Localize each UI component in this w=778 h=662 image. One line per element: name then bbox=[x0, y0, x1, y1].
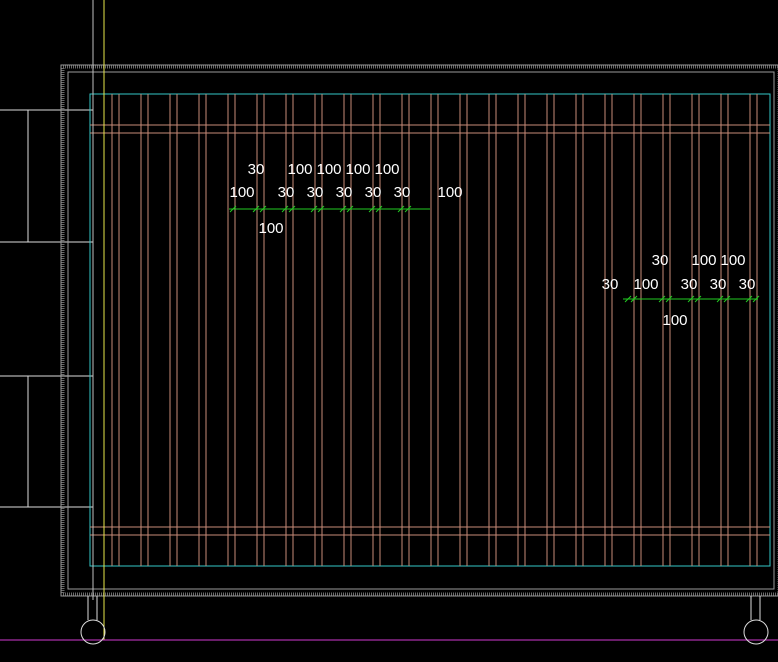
dim-text: 30 bbox=[365, 184, 382, 201]
dim-text: 100 bbox=[258, 220, 283, 237]
dim-text: 100 bbox=[229, 184, 254, 201]
dim-text: 100 bbox=[633, 276, 658, 293]
left-cabinet-outline bbox=[0, 109, 93, 508]
support-right bbox=[743, 596, 769, 645]
dim-text: 30 bbox=[248, 161, 265, 178]
keel-lines bbox=[90, 124, 770, 536]
dim-text: 30 bbox=[652, 252, 669, 269]
support-left bbox=[80, 596, 106, 645]
dim-text: 30 bbox=[681, 276, 698, 293]
dim-text: 30 bbox=[710, 276, 727, 293]
dim-text: 100 bbox=[437, 184, 462, 201]
dim-text: 100 bbox=[662, 312, 687, 329]
dim-text: 100 bbox=[720, 252, 745, 269]
ceiling-boundary bbox=[89, 93, 771, 567]
dim-text: 30 bbox=[336, 184, 353, 201]
ceiling-slats bbox=[111, 94, 758, 566]
dim-text: 30 bbox=[307, 184, 324, 201]
dim-text: 30 bbox=[278, 184, 295, 201]
dim-text: 100 bbox=[287, 161, 312, 178]
dim-text: 100 bbox=[374, 161, 399, 178]
dim-text: 100 bbox=[316, 161, 341, 178]
cad-drawing-canvas[interactable]: 30 100 100 100 100 100 30 30 30 30 30 10… bbox=[0, 0, 778, 662]
dim-text: 30 bbox=[739, 276, 756, 293]
dim-text: 30 bbox=[602, 276, 619, 293]
dimension-group-2: 30 100 100 30 100 30 30 30 100 bbox=[602, 252, 760, 329]
dim-text: 100 bbox=[691, 252, 716, 269]
dim-text: 30 bbox=[394, 184, 411, 201]
dim-text: 100 bbox=[345, 161, 370, 178]
